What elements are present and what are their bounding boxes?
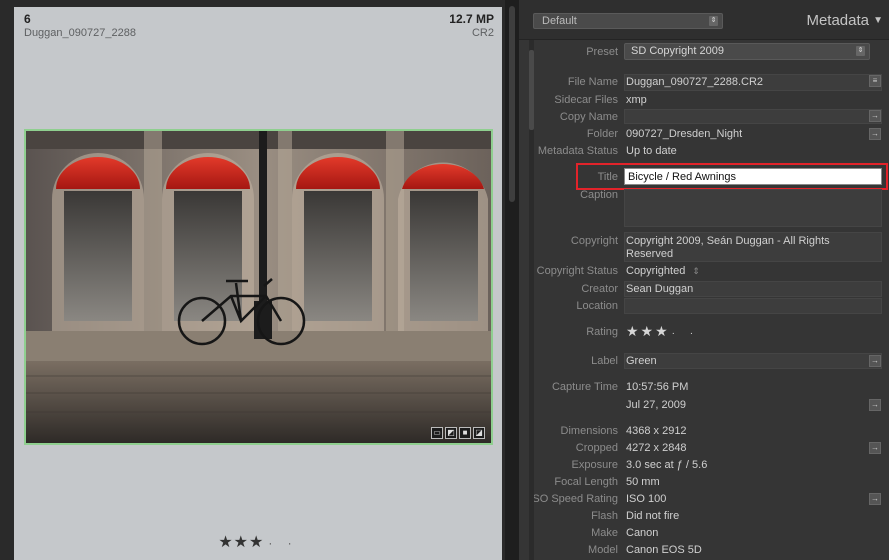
loupe-view: 6 Duggan_090727_2288 12.7 MP CR2 ▭ ◩ ■ ◪… <box>0 0 519 560</box>
label-file-name: File Name <box>567 76 618 88</box>
photo-cell[interactable]: 6 Duggan_090727_2288 12.7 MP CR2 ▭ ◩ ■ ◪… <box>14 7 502 560</box>
iso-value: ISO 100 <box>626 493 667 505</box>
cell-rating-stars: ★★★ <box>218 534 265 551</box>
copyright-status-value: Copyrighted <box>626 265 686 277</box>
rating-stars[interactable]: ★★★ · · <box>626 323 699 340</box>
caption-field[interactable] <box>624 189 882 227</box>
label-rating: Rating <box>586 326 618 338</box>
metadata-badge-icon: ■ <box>459 427 471 439</box>
collection-badge-icon: ▭ <box>431 427 443 439</box>
cropped-value: 4272 x 2848 <box>626 442 687 454</box>
cell-filename: Duggan_090727_2288 <box>24 27 136 39</box>
label-preset: Preset <box>586 46 618 58</box>
arrow-right-icon[interactable]: → <box>869 493 881 505</box>
updown-arrow-icon: ⇕ <box>709 16 718 26</box>
develop-badge-icon: ◪ <box>473 427 485 439</box>
label-folder: Folder <box>586 128 618 140</box>
copyright-status-select[interactable]: Copyrighted ⇕ <box>626 265 700 277</box>
grid-scrollbar[interactable] <box>505 0 519 560</box>
preset-value: SD Copyright 2009 <box>631 45 724 57</box>
metadata-status-value: Up to date <box>626 145 677 157</box>
capture-time-value: 10:57:56 PM <box>626 381 689 393</box>
folder-value: 090727_Dresden_Night <box>626 128 743 140</box>
arrow-right-icon[interactable]: → <box>869 399 881 411</box>
sidecar-value: xmp <box>626 94 647 106</box>
photo-image <box>26 131 491 443</box>
label-make: Make <box>591 527 618 539</box>
exposure-value: 3.0 sec at ƒ / 5.6 <box>626 459 708 471</box>
label-creator: Creator <box>581 283 618 295</box>
file-name-value: Duggan_090727_2288.CR2 <box>626 76 764 88</box>
label-capture-time: Capture Time <box>551 381 618 393</box>
panel-header: Default ⇕ Metadata ▼ <box>519 0 889 40</box>
label-label: Label <box>591 355 618 367</box>
focal-length-value: 50 mm <box>626 476 660 488</box>
location-field[interactable] <box>624 298 882 314</box>
cell-index: 6 <box>24 12 31 26</box>
dimensions-value: 4368 x 2912 <box>626 425 687 437</box>
grid-scroll-thumb[interactable] <box>509 6 515 202</box>
photo-thumbnail[interactable]: ▭ ◩ ■ ◪ <box>24 129 493 445</box>
label-dimensions: Dimensions <box>560 425 618 437</box>
rating-dots: · · <box>671 328 700 339</box>
triangle-down-icon[interactable]: ▼ <box>873 15 883 26</box>
cell-rating[interactable]: ★★★ · · <box>14 532 502 552</box>
cell-megapixels: 12.7 MP <box>449 12 494 26</box>
panel-title[interactable]: Metadata <box>806 12 869 29</box>
label-caption: Caption <box>580 189 618 201</box>
label-focal-length: Focal Length <box>554 476 618 488</box>
crop-badge-icon: ◩ <box>445 427 457 439</box>
panel-scroll-thumb[interactable] <box>529 50 534 130</box>
metadata-set-select[interactable]: Default ⇕ <box>533 13 723 29</box>
label-model: Model <box>588 544 618 556</box>
metadata-panel: Default ⇕ Metadata ▼ Preset SD Copyright… <box>519 0 889 560</box>
label-location: Location <box>576 300 618 312</box>
label-title: Title <box>597 171 618 183</box>
creator-value: Sean Duggan <box>626 283 694 295</box>
copy-name-field[interactable] <box>624 109 882 124</box>
preset-select[interactable]: SD Copyright 2009 ⇕ <box>624 43 870 60</box>
capture-date-value: Jul 27, 2009 <box>626 399 686 411</box>
label-exposure: Exposure <box>571 459 618 471</box>
updown-arrow-icon: ⇕ <box>856 46 865 56</box>
model-value: Canon EOS 5D <box>626 544 702 556</box>
arrow-right-icon[interactable]: → <box>869 442 881 454</box>
panel-scrollbar[interactable] <box>529 40 534 560</box>
label-flash: Flash <box>591 510 618 522</box>
title-input[interactable] <box>624 168 882 185</box>
metadata-set-value: Default <box>542 15 577 27</box>
cell-rating-dots: · · <box>268 536 298 550</box>
label-cropped: Cropped <box>575 442 618 454</box>
flash-value: Did not fire <box>626 510 680 522</box>
arrow-right-icon[interactable]: → <box>869 110 881 122</box>
list-icon[interactable]: ≡ <box>869 75 881 87</box>
label-value: Green <box>626 355 657 367</box>
label-copyright-status: Copyright Status <box>536 265 618 277</box>
label-copy-name: Copy Name <box>559 111 618 123</box>
label-field[interactable] <box>624 353 882 369</box>
copyright-value: Copyright 2009, Seán Duggan - All Rights… <box>626 235 830 260</box>
updown-arrow-icon: ⇕ <box>692 266 700 276</box>
label-copyright: Copyright <box>570 235 618 247</box>
arrow-right-icon[interactable]: → <box>869 128 881 140</box>
rating-stars-filled: ★★★ <box>626 323 670 339</box>
make-value: Canon <box>626 527 659 539</box>
arrow-right-icon[interactable]: → <box>869 355 881 367</box>
cell-extension: CR2 <box>471 27 494 39</box>
badge-row: ▭ ◩ ■ ◪ <box>431 427 485 439</box>
label-metadata-status: Metadata Status <box>537 145 618 157</box>
label-iso: ISO Speed Rating <box>529 493 618 505</box>
label-sidecar: Sidecar Files <box>554 94 618 106</box>
